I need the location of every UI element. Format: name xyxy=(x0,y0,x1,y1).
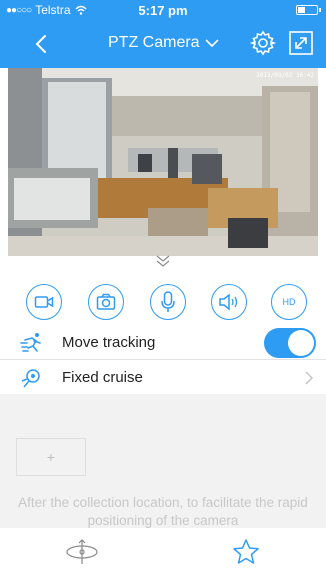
chevron-right-icon xyxy=(305,371,314,385)
plus-icon: + xyxy=(46,449,56,465)
page-title: PTZ Camera xyxy=(108,34,200,51)
move-tracking-toggle[interactable] xyxy=(264,328,316,358)
speaker-icon xyxy=(219,293,238,311)
office-scene-image xyxy=(8,68,318,256)
preset-position-panel: + After the collection location, to faci… xyxy=(0,394,326,528)
sound-button[interactable] xyxy=(211,284,247,320)
move-tracking-label: Move tracking xyxy=(62,334,156,351)
hd-quality-button[interactable]: HD xyxy=(271,284,307,320)
video-icon xyxy=(34,296,54,308)
bottom-tab-bar xyxy=(0,528,326,568)
add-preset-button[interactable]: + xyxy=(16,438,86,476)
fullscreen-icon[interactable] xyxy=(288,30,314,56)
back-icon[interactable] xyxy=(32,32,52,56)
camera-icon xyxy=(96,293,116,310)
battery-icon xyxy=(296,5,321,15)
ptz-control-icon[interactable] xyxy=(64,538,100,566)
camera-video-feed[interactable]: 2013/09/02 16:42 xyxy=(8,68,318,256)
star-icon[interactable] xyxy=(232,538,260,566)
talk-button[interactable] xyxy=(150,284,186,320)
microphone-icon xyxy=(161,291,175,312)
snapshot-button[interactable] xyxy=(88,284,124,320)
status-time: 5:17 pm xyxy=(138,3,188,18)
toggle-knob xyxy=(288,330,314,356)
move-tracking-row: Move tracking xyxy=(0,326,326,360)
hd-label: HD xyxy=(282,297,296,307)
chevron-down-icon xyxy=(205,39,219,48)
fixed-cruise-label: Fixed cruise xyxy=(62,369,143,386)
location-pin-icon xyxy=(21,369,40,388)
gear-icon[interactable] xyxy=(250,30,276,56)
camera-selector[interactable]: PTZ Camera xyxy=(108,34,220,52)
collapse-chevron-icon[interactable] xyxy=(155,254,171,268)
preset-hint-text: After the collection location, to facili… xyxy=(18,495,308,528)
record-button[interactable] xyxy=(26,284,62,320)
fixed-cruise-row[interactable]: Fixed cruise xyxy=(0,361,326,395)
status-bar: ●●○○○ Telstra 5:17 pm xyxy=(0,0,326,20)
video-timestamp: 2013/09/02 16:42 xyxy=(256,72,314,79)
running-person-icon xyxy=(20,333,41,352)
nav-bar: PTZ Camera xyxy=(0,20,326,68)
control-toolbar: HD xyxy=(0,280,326,326)
